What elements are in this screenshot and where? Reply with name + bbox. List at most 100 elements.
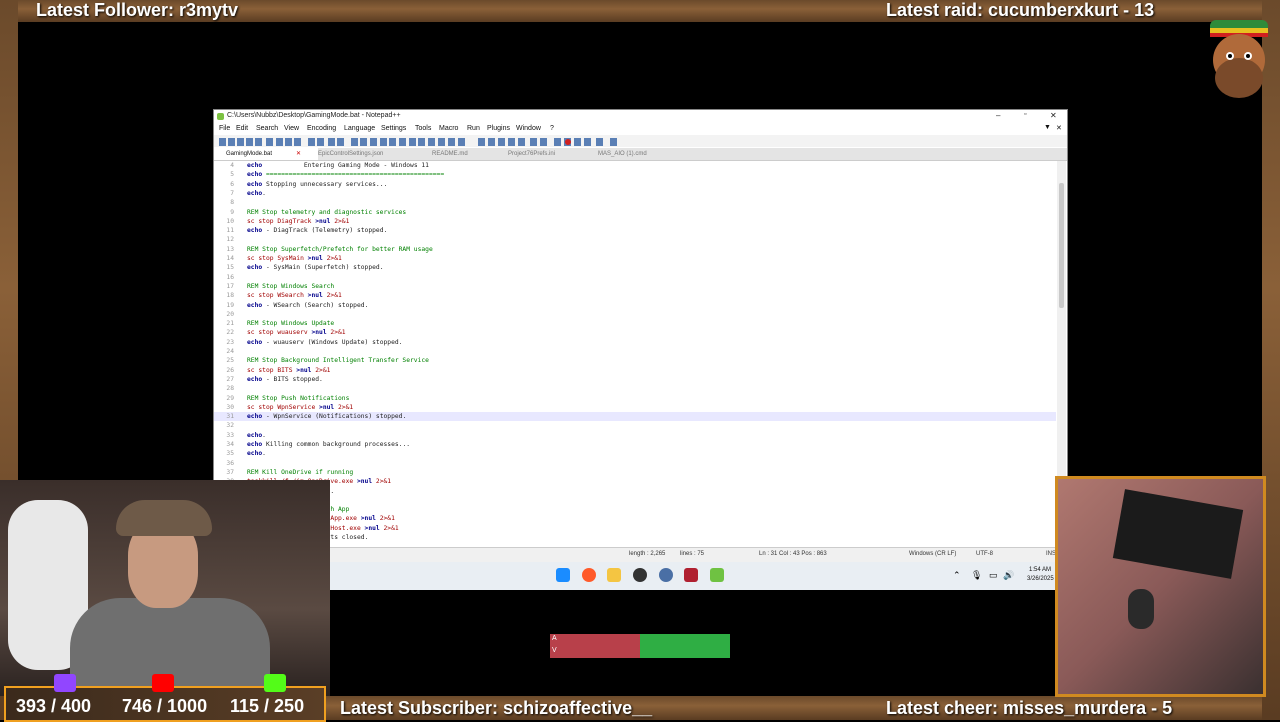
menu-run[interactable]: Run: [467, 125, 480, 132]
brave-icon[interactable]: [582, 568, 596, 582]
code-token: 2>&1: [330, 217, 350, 225]
code-line[interactable]: 34 echo Killing common background process…: [214, 440, 1056, 449]
menu-language[interactable]: Language: [344, 125, 375, 132]
code-line[interactable]: 8: [214, 198, 1056, 207]
goal-stats-bar: 393 / 400 746 / 1000 115 / 250: [4, 674, 326, 722]
line-code: echo Entering Gaming Mode - Windows 11: [247, 161, 429, 170]
maximize-icon[interactable]: ▫: [1024, 111, 1026, 118]
code-line[interactable]: 10 sc stop DiagTrack >nul 2>&1: [214, 217, 1056, 226]
code-line[interactable]: 32: [214, 421, 1056, 430]
code-line[interactable]: 33 echo.: [214, 431, 1056, 440]
window-title-bar[interactable]: C:\Users\Nubbz\Desktop\GamingMode.bat - …: [214, 110, 1067, 123]
code-line[interactable]: 40: [214, 496, 1056, 505]
code-line[interactable]: 15 echo - SysMain (Superfetch) stopped.: [214, 263, 1056, 272]
code-line[interactable]: 27 echo - BITS stopped.: [214, 375, 1056, 384]
code-line[interactable]: 16: [214, 273, 1056, 282]
code-line[interactable]: 9 REM Stop telemetry and diagnostic servi…: [214, 208, 1056, 217]
code-line[interactable]: 43taskkill /f /im SearchHost.exe >nul 2>…: [214, 524, 1056, 533]
menu-file[interactable]: File: [219, 125, 230, 132]
code-line[interactable]: 36: [214, 459, 1056, 468]
scrollbar-thumb[interactable]: [1059, 183, 1064, 308]
notepadpp-icon: [217, 113, 224, 120]
menu-macro[interactable]: Macro: [439, 125, 458, 132]
code-token: sc stop WSearch: [247, 292, 308, 300]
tab-mas-aio-cmd[interactable]: MAS_AIO (1).cmd: [586, 148, 688, 160]
clock-time[interactable]: 1:54 AM: [1029, 567, 1051, 573]
file-explorer-icon[interactable]: [607, 568, 621, 582]
code-token: >nul: [356, 478, 373, 486]
menu-plugins[interactable]: Plugins: [487, 125, 510, 132]
menu-window[interactable]: Window: [516, 125, 541, 132]
code-token: >nul: [296, 366, 312, 374]
tab-project76prefs-ini[interactable]: Project76Prefs.ini: [496, 148, 596, 160]
close-doc-icon[interactable]: ✕: [1056, 124, 1062, 132]
code-line[interactable]: 25 REM Stop Background Intelligent Transf…: [214, 356, 1056, 365]
dropdown-icon[interactable]: ▼: [1044, 124, 1051, 131]
code-line[interactable]: 6 echo Stopping unnecessary services...: [214, 180, 1056, 189]
code-line[interactable]: 44echo - Search components closed.: [214, 533, 1056, 542]
code-line[interactable]: 24: [214, 347, 1056, 356]
tab-epiccontrolsettings-json[interactable]: EpicControlSettings.json: [306, 148, 428, 160]
volume-icon[interactable]: 🔊: [1003, 570, 1014, 581]
status-position: Ln : 31 Col : 43 Pos : 863: [759, 551, 827, 557]
code-line[interactable]: 17 REM Stop Windows Search: [214, 282, 1056, 291]
code-line[interactable]: 37 REM Kill OneDrive if running: [214, 468, 1056, 477]
clock-date[interactable]: 3/26/2025: [1027, 576, 1054, 582]
menu-edit[interactable]: Edit: [236, 125, 248, 132]
network-icon[interactable]: ▭: [989, 570, 998, 581]
tab-readme-md[interactable]: README.md: [420, 148, 504, 160]
code-line[interactable]: 39echo - OneDrive closed.: [214, 487, 1056, 496]
code-token: REM Stop telemetry and diagnostic servic…: [247, 208, 407, 216]
menu-view[interactable]: View: [284, 125, 299, 132]
toolbar-icons[interactable]: [214, 136, 634, 148]
voicemeeter-icon[interactable]: [684, 568, 698, 582]
code-line[interactable]: 31 echo - WpnService (Notifications) stop…: [214, 412, 1056, 422]
code-line[interactable]: 35 echo.: [214, 449, 1056, 458]
menu-tools[interactable]: Tools: [415, 125, 431, 132]
tab-close-icon[interactable]: ✕: [296, 148, 301, 160]
menu-encoding[interactable]: Encoding: [307, 125, 336, 132]
code-editor[interactable]: 4 echo Entering Gaming Mode - Windows 11 5…: [214, 161, 1056, 545]
code-line[interactable]: 19 echo - WSearch (Search) stopped.: [214, 301, 1056, 310]
code-line[interactable]: 4 echo Entering Gaming Mode - Windows 11: [214, 161, 1056, 170]
status-eol: Windows (CR LF): [909, 551, 957, 557]
code-line[interactable]: 13 REM Stop Superfetch/Prefetch for bette…: [214, 245, 1056, 254]
keyboard: [1112, 489, 1244, 579]
notepadpp-window[interactable]: C:\Users\Nubbz\Desktop\GamingMode.bat - …: [213, 109, 1068, 563]
code-line[interactable]: 5 echo ==================================…: [214, 170, 1056, 179]
code-line[interactable]: 38taskkill /f /im OneDrive.exe >nul 2>&1: [214, 477, 1056, 486]
code-line[interactable]: 7 echo.: [214, 189, 1056, 198]
g-hub-icon[interactable]: [633, 568, 647, 582]
tab-gamingmode-bat[interactable]: GamingMode.bat ✕: [214, 148, 318, 160]
notepadpp-taskbar-icon[interactable]: [710, 568, 724, 582]
code-line[interactable]: 18 sc stop WSearch >nul 2>&1: [214, 291, 1056, 300]
minimize-icon[interactable]: –: [996, 111, 1000, 120]
tray-chevron-icon[interactable]: ⌃: [953, 570, 961, 581]
code-line[interactable]: 23 echo - wuauserv (Windows Update) stopp…: [214, 338, 1056, 347]
menu-search[interactable]: Search: [256, 125, 278, 132]
settings-icon[interactable]: [659, 568, 673, 582]
close-icon[interactable]: ✕: [1050, 111, 1057, 120]
code-token: echo: [247, 171, 263, 179]
code-line[interactable]: 30 sc stop WpnService >nul 2>&1: [214, 403, 1056, 412]
menu-help[interactable]: ?: [550, 125, 554, 132]
menu-settings[interactable]: Settings: [381, 125, 406, 132]
code-token: REM Stop Windows Update: [247, 320, 335, 328]
start-icon[interactable]: [556, 568, 570, 582]
code-token: echo: [247, 180, 263, 188]
status-bar: Batch file length : 2,265 lines : 75 Ln …: [214, 547, 1067, 562]
code-token: >nul: [360, 515, 376, 523]
code-line[interactable]: 22 sc stop wuauserv >nul 2>&1: [214, 328, 1056, 337]
code-line[interactable]: 21 REM Stop Windows Update: [214, 319, 1056, 328]
code-line[interactable]: 11 echo - DiagTrack (Telemetry) stopped.: [214, 226, 1056, 235]
code-line[interactable]: 29 REM Stop Push Notifications: [214, 394, 1056, 403]
code-line[interactable]: 26 sc stop BITS >nul 2>&1: [214, 366, 1056, 375]
code-line[interactable]: 42taskkill /f /im SearchApp.exe >nul 2>&…: [214, 514, 1056, 523]
code-line[interactable]: 28: [214, 384, 1056, 393]
code-line[interactable]: 20: [214, 310, 1056, 319]
code-line[interactable]: 14 sc stop SysMain >nul 2>&1: [214, 254, 1056, 263]
code-line[interactable]: 41REM Kill Cortana/Search App: [214, 505, 1056, 514]
line-number: 4: [230, 162, 234, 169]
code-line[interactable]: 12: [214, 235, 1056, 244]
microphone-icon[interactable]: 🎙: [971, 570, 982, 581]
